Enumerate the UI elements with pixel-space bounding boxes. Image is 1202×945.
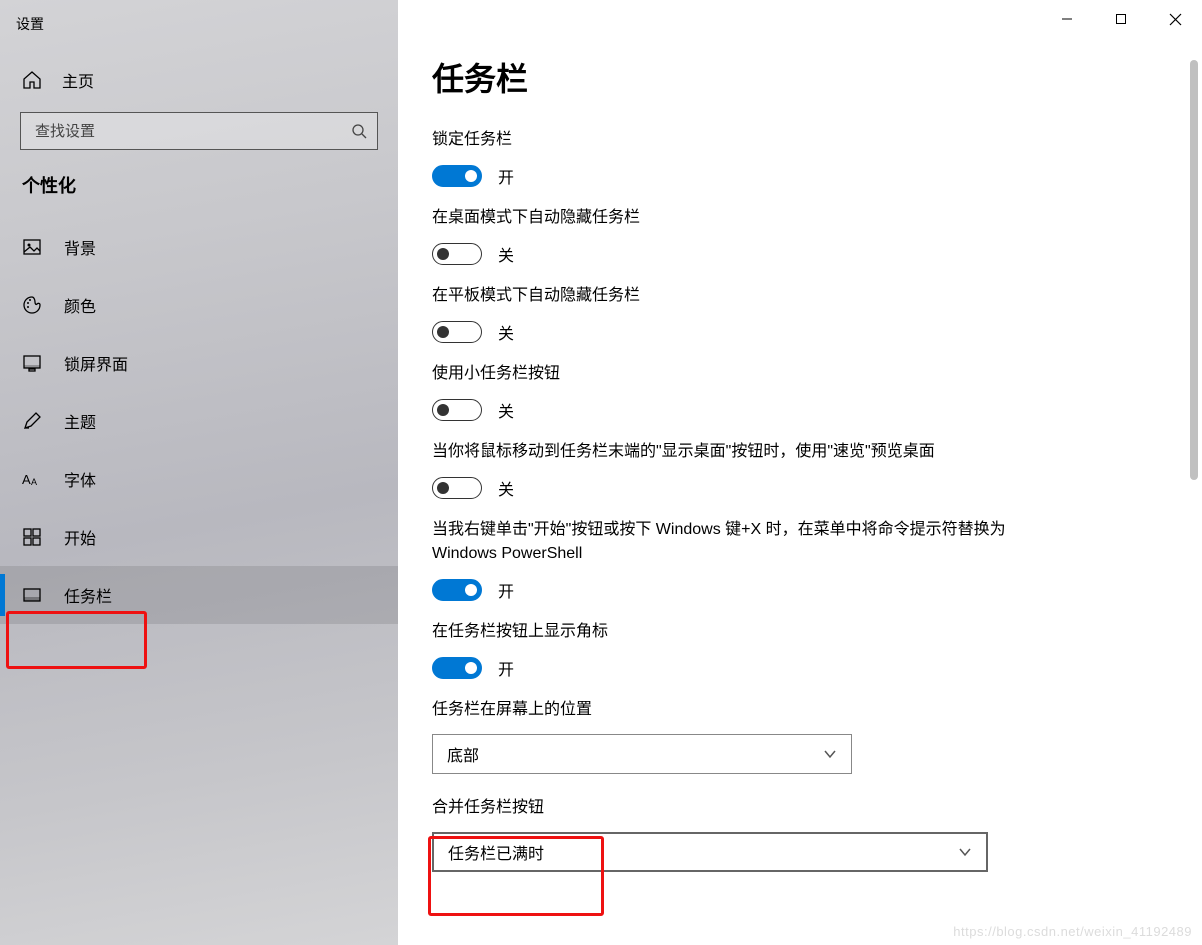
svg-text:A: A — [31, 477, 37, 487]
toggle-label: 使用小任务栏按钮 — [432, 362, 1012, 386]
sidebar-item-label: 锁屏界面 — [64, 351, 128, 375]
toggle-switch-5[interactable] — [432, 579, 482, 601]
sidebar-item-label: 背景 — [64, 235, 96, 259]
toggle-setting-3: 使用小任务栏按钮关 — [432, 362, 1012, 422]
search-input[interactable] — [35, 123, 351, 140]
svg-text:A: A — [22, 472, 31, 487]
toggle-state: 关 — [498, 476, 514, 500]
sidebar-item-label: 字体 — [64, 467, 96, 491]
toggle-setting-4: 当你将鼠标移动到任务栏末端的"显示桌面"按钮时，使用"速览"预览桌面关 — [432, 440, 1012, 500]
position-value: 底部 — [447, 742, 479, 766]
sidebar: 设置 主页 个性化 背景颜色锁屏界面主题 AA 字体开始任务栏 — [0, 0, 398, 945]
sidebar-item-4[interactable]: AA 字体 — [0, 450, 398, 508]
sidebar-item-label: 开始 — [64, 525, 96, 549]
font-icon: AA — [22, 469, 42, 489]
toggle-switch-0[interactable] — [432, 165, 482, 187]
toggle-label: 当我右键单击"开始"按钮或按下 Windows 键+X 时，在菜单中将命令提示符… — [432, 518, 1012, 566]
search-icon — [351, 123, 367, 139]
toggle-state: 开 — [498, 656, 514, 680]
search-input-wrap[interactable] — [20, 112, 378, 150]
toggle-state: 关 — [498, 398, 514, 422]
window-controls — [1040, 0, 1202, 38]
home-icon — [22, 70, 42, 90]
sidebar-item-label: 主题 — [64, 409, 96, 433]
image-icon — [22, 237, 42, 257]
toggle-switch-3[interactable] — [432, 399, 482, 421]
sidebar-item-label: 颜色 — [64, 293, 96, 317]
scrollbar-thumb[interactable] — [1190, 60, 1198, 480]
home-label: 主页 — [62, 68, 94, 92]
minimize-button[interactable] — [1040, 0, 1094, 38]
combine-setting: 合并任务栏按钮 任务栏已满时 — [432, 796, 1012, 872]
toggle-setting-0: 锁定任务栏开 — [432, 128, 1012, 188]
toggle-switch-4[interactable] — [432, 477, 482, 499]
maximize-button[interactable] — [1094, 0, 1148, 38]
home-nav[interactable]: 主页 — [0, 58, 398, 102]
close-button[interactable] — [1148, 0, 1202, 38]
toggle-state: 关 — [498, 242, 514, 266]
sidebar-item-2[interactable]: 锁屏界面 — [0, 334, 398, 392]
sidebar-item-5[interactable]: 开始 — [0, 508, 398, 566]
position-label: 任务栏在屏幕上的位置 — [432, 698, 1012, 722]
toggle-state: 关 — [498, 320, 514, 344]
position-setting: 任务栏在屏幕上的位置 底部 — [432, 698, 1012, 774]
toggle-setting-2: 在平板模式下自动隐藏任务栏关 — [432, 284, 1012, 344]
combine-dropdown[interactable]: 任务栏已满时 — [432, 832, 988, 872]
toggle-label: 在平板模式下自动隐藏任务栏 — [432, 284, 1012, 308]
category-title: 个性化 — [0, 168, 398, 218]
combine-value: 任务栏已满时 — [448, 840, 544, 864]
app-title: 设置 — [0, 10, 398, 58]
main-content: 任务栏 锁定任务栏开在桌面模式下自动隐藏任务栏关在平板模式下自动隐藏任务栏关使用… — [398, 0, 1202, 945]
palette-icon — [22, 295, 42, 315]
sidebar-item-3[interactable]: 主题 — [0, 392, 398, 450]
toggle-setting-1: 在桌面模式下自动隐藏任务栏关 — [432, 206, 1012, 266]
toggle-switch-2[interactable] — [432, 321, 482, 343]
position-dropdown[interactable]: 底部 — [432, 734, 852, 774]
toggle-label: 在桌面模式下自动隐藏任务栏 — [432, 206, 1012, 230]
sidebar-item-6[interactable]: 任务栏 — [0, 566, 398, 624]
chevron-down-icon — [823, 747, 837, 761]
start-icon — [22, 527, 42, 547]
toggle-switch-6[interactable] — [432, 657, 482, 679]
brush-icon — [22, 411, 42, 431]
lockscreen-icon — [22, 353, 42, 373]
toggle-label: 在任务栏按钮上显示角标 — [432, 620, 1012, 644]
toggle-label: 当你将鼠标移动到任务栏末端的"显示桌面"按钮时，使用"速览"预览桌面 — [432, 440, 1012, 464]
toggle-setting-5: 当我右键单击"开始"按钮或按下 Windows 键+X 时，在菜单中将命令提示符… — [432, 518, 1012, 602]
toggle-state: 开 — [498, 164, 514, 188]
toggle-setting-6: 在任务栏按钮上显示角标开 — [432, 620, 1012, 680]
toggle-switch-1[interactable] — [432, 243, 482, 265]
sidebar-item-0[interactable]: 背景 — [0, 218, 398, 276]
toggle-state: 开 — [498, 578, 514, 602]
chevron-down-icon — [958, 845, 972, 859]
watermark: https://blog.csdn.net/weixin_41192489 — [953, 924, 1192, 939]
page-title: 任务栏 — [432, 54, 1172, 100]
toggle-label: 锁定任务栏 — [432, 128, 1012, 152]
sidebar-item-1[interactable]: 颜色 — [0, 276, 398, 334]
sidebar-item-label: 任务栏 — [64, 583, 112, 607]
taskbar-icon — [22, 585, 42, 605]
combine-label: 合并任务栏按钮 — [432, 796, 1012, 820]
